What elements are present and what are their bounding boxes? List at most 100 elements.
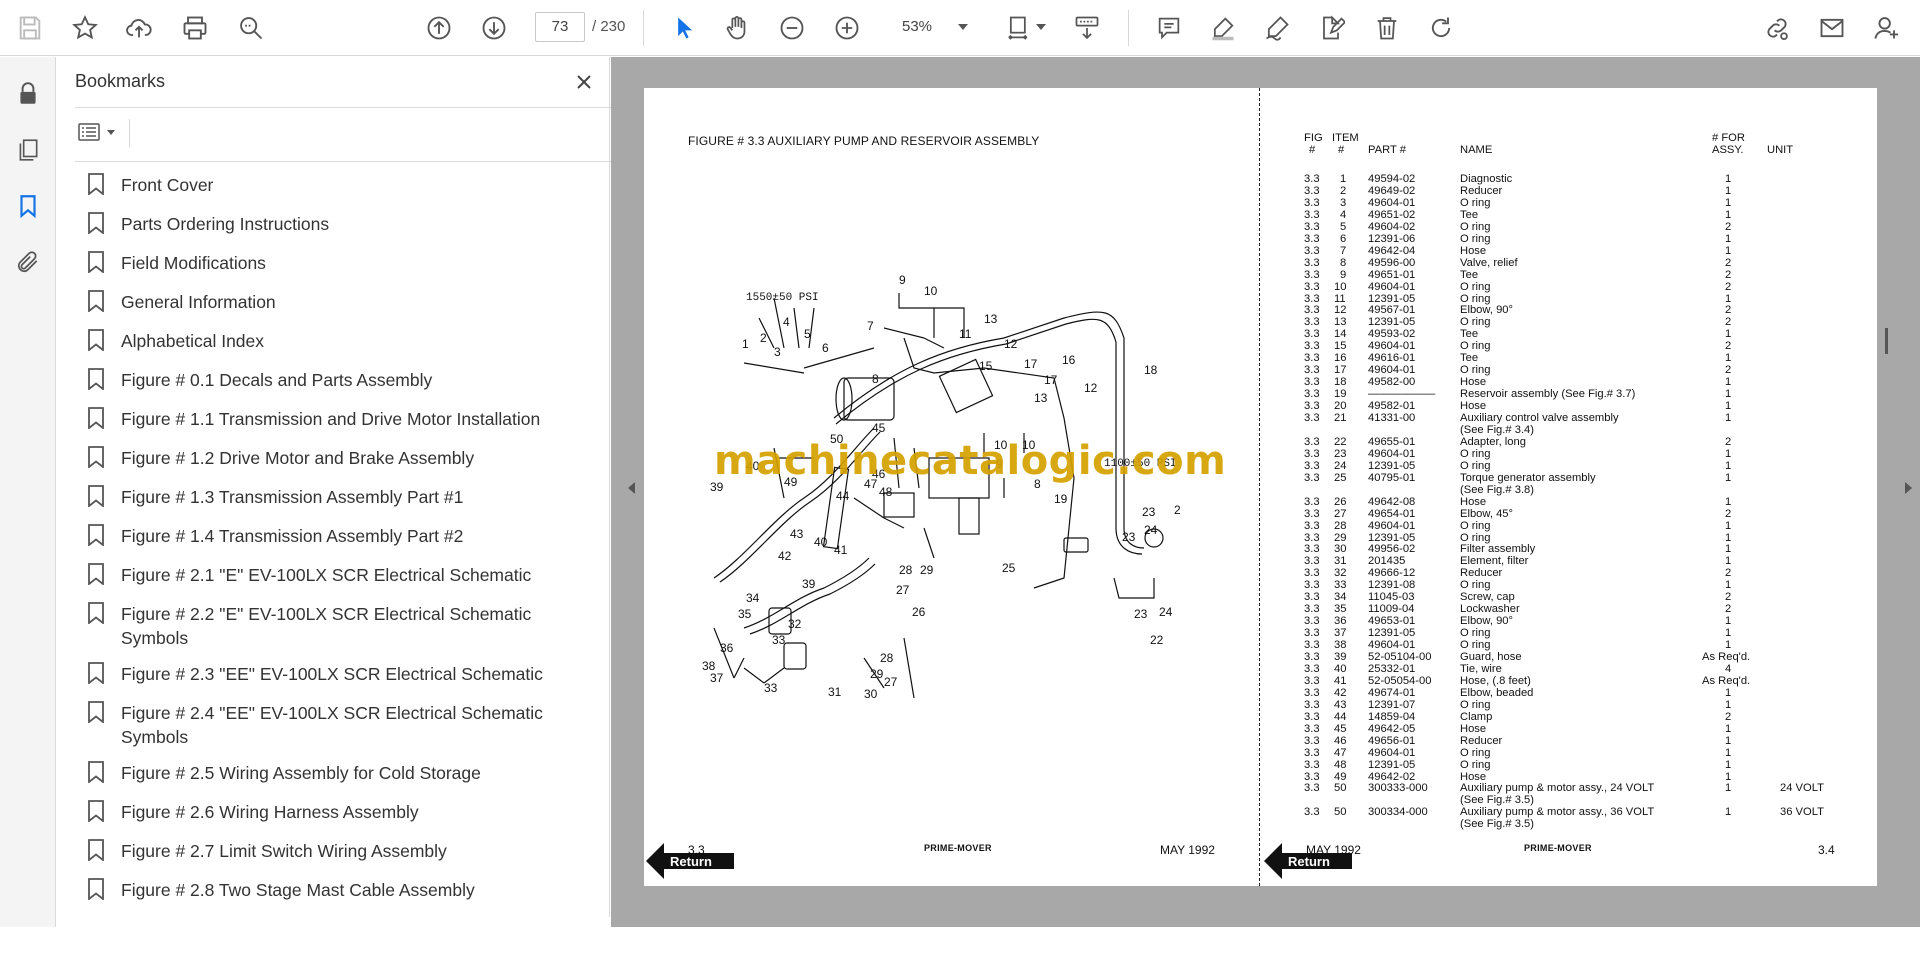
fit-page-icon[interactable] (1000, 9, 1038, 47)
redo-icon[interactable] (1422, 9, 1460, 47)
cell-part: 49666-12 (1368, 567, 1416, 580)
comment-icon[interactable] (1150, 9, 1188, 47)
cell-name: O ring (1460, 196, 1491, 209)
svg-text:13: 13 (1034, 391, 1048, 405)
previous-page-icon[interactable] (420, 9, 458, 47)
bookmark-item[interactable]: Field Modifications (87, 245, 607, 284)
bookmark-item[interactable]: Figure # 1.4 Transmission Assembly Part … (87, 518, 607, 557)
bookmark-label: Figure # 2.8 Two Stage Mast Cable Assemb… (121, 880, 475, 900)
svg-text:26: 26 (912, 605, 926, 619)
scroll-mode-icon[interactable] (1068, 9, 1106, 47)
svg-text:5: 5 (804, 327, 811, 341)
bookmark-item[interactable]: Figure # 2.4 "EE" EV-100LX SCR Electrica… (87, 695, 607, 755)
table-row: 3.3 11 12391-05 O ring 1 (1304, 293, 1844, 305)
table-row: 3.3 18 49582-00 Hose 1 (1304, 376, 1844, 388)
table-row: 3.3 31 201435 Element, filter 1 (1304, 555, 1844, 567)
cell-part: 12391-06 (1368, 232, 1416, 245)
chevron-down-icon[interactable] (1036, 24, 1046, 30)
bookmark-item[interactable]: General Information (87, 284, 607, 323)
svg-text:23: 23 (1134, 607, 1148, 621)
table-row: 3.3 30 49956-02 Filter assembly 1 (1304, 543, 1844, 555)
cell-part: 49604-01 (1368, 340, 1416, 353)
mail-icon[interactable] (1813, 9, 1851, 47)
cell-part: 49567-01 (1368, 304, 1416, 317)
cell-qty: 1 (1725, 352, 1732, 365)
table-row: 3.3 28 49604-01 O ring 1 (1304, 520, 1844, 532)
bookmark-list: Front Cover Parts Ordering Instructions Fi… (87, 167, 607, 911)
bookmark-item[interactable]: Figure # 2.2 "E" EV-100LX SCR Electrical… (87, 596, 607, 656)
cell-part: 12391-05 (1368, 627, 1416, 640)
cell-fig: 3.3 (1304, 591, 1320, 604)
svg-text:17: 17 (1044, 373, 1058, 387)
cell-qty: 1 (1725, 196, 1732, 209)
collapse-left-panel-icon[interactable] (628, 482, 635, 494)
cell-part: 25332-01 (1368, 662, 1416, 675)
cell-qty: 1 (1725, 244, 1732, 257)
save-icon[interactable] (11, 9, 49, 47)
zoom-out-icon[interactable] (773, 9, 811, 47)
bookmark-label: Alphabetical Index (121, 331, 265, 351)
bookmark-item[interactable]: Figure # 2.1 "E" EV-100LX SCR Electrical… (87, 557, 607, 596)
cell-name: Hose (1460, 376, 1487, 389)
page-thumbnails-icon[interactable] (10, 132, 46, 168)
cell-fig: 3.3 (1304, 328, 1320, 341)
svg-text:44: 44 (836, 489, 850, 503)
lock-icon[interactable] (10, 76, 46, 112)
bookmark-item[interactable]: Figure # 1.1 Transmission and Drive Moto… (87, 401, 607, 440)
cell-qty: 2 (1725, 603, 1732, 616)
bookmark-icon (88, 761, 104, 783)
chevron-down-icon[interactable] (958, 24, 968, 30)
trash-icon[interactable] (1368, 9, 1406, 47)
cell-item: 27 (1334, 507, 1347, 520)
svg-text:18: 18 (1144, 363, 1158, 377)
attachment-paperclip-icon[interactable] (10, 244, 46, 280)
next-page-icon[interactable] (475, 9, 513, 47)
bookmark-item[interactable]: Alphabetical Index (87, 323, 607, 362)
bookmark-item[interactable]: Figure # 1.2 Drive Motor and Brake Assem… (87, 440, 607, 479)
bookmark-item[interactable]: Figure # 2.5 Wiring Assembly for Cold St… (87, 755, 607, 794)
cell-part: —————— (1368, 388, 1436, 401)
hand-tool-icon[interactable] (718, 9, 756, 47)
page-number-input[interactable]: 73 (535, 12, 585, 42)
cell-item: 13 (1334, 316, 1347, 329)
expand-right-panel-icon[interactable] (1905, 482, 1912, 494)
cell-fig: 3.3 (1304, 615, 1320, 628)
bookmark-icon[interactable] (10, 188, 46, 224)
add-user-icon[interactable] (1868, 9, 1906, 47)
cell-fig: 3.3 (1304, 364, 1320, 377)
share-link-icon[interactable] (1758, 9, 1796, 47)
bookmark-item[interactable]: Figure # 1.3 Transmission Assembly Part … (87, 479, 607, 518)
select-cursor-icon[interactable] (665, 9, 703, 47)
cell-item: 20 (1334, 400, 1347, 413)
bookmark-item[interactable]: Figure # 0.1 Decals and Parts Assembly (87, 362, 607, 401)
draw-sign-icon[interactable] (1258, 9, 1296, 47)
highlight-pen-icon[interactable] (1204, 9, 1242, 47)
bookmark-icon (88, 407, 104, 429)
svg-text:10: 10 (924, 284, 938, 298)
cell-name: O ring (1460, 447, 1491, 460)
upload-cloud-icon[interactable] (120, 9, 158, 47)
cell-item: 35 (1334, 603, 1347, 616)
bookmark-item[interactable]: Parts Ordering Instructions (87, 206, 607, 245)
cell-qty: 2 (1725, 220, 1732, 233)
zoom-in-icon[interactable] (828, 9, 866, 47)
cell-name: Reservoir assembly (See Fig.# 3.7) (1460, 388, 1636, 401)
cell-name: Tee (1460, 268, 1479, 281)
bookmark-item[interactable]: Front Cover (87, 167, 607, 206)
svg-text:35: 35 (738, 607, 752, 621)
star-icon[interactable] (66, 9, 104, 47)
bookmark-item[interactable]: Figure # 2.8 Two Stage Mast Cable Assemb… (87, 872, 607, 911)
zoom-search-icon[interactable] (232, 9, 270, 47)
bookmark-item[interactable]: Figure # 2.3 "EE" EV-100LX SCR Electrica… (87, 656, 607, 695)
print-icon[interactable] (176, 9, 214, 47)
table-row: 3.3 19 —————— Reservoir assembly (See Fig.#… (1304, 388, 1844, 400)
bookmark-item[interactable]: Figure # 2.6 Wiring Harness Assembly (87, 794, 607, 833)
table-row: 3.3 26 49642-08 Hose 1 (1304, 496, 1844, 508)
table-row: 3.3 17 49604-01 O ring 2 (1304, 364, 1844, 376)
close-icon[interactable] (571, 69, 597, 95)
bookmark-options-button[interactable] (77, 117, 123, 147)
document-scroll-indicator[interactable] (1885, 328, 1888, 354)
bookmark-item[interactable]: Figure # 2.7 Limit Switch Wiring Assembl… (87, 833, 607, 872)
edit-document-icon[interactable] (1312, 9, 1350, 47)
svg-text:23: 23 (1142, 505, 1156, 519)
